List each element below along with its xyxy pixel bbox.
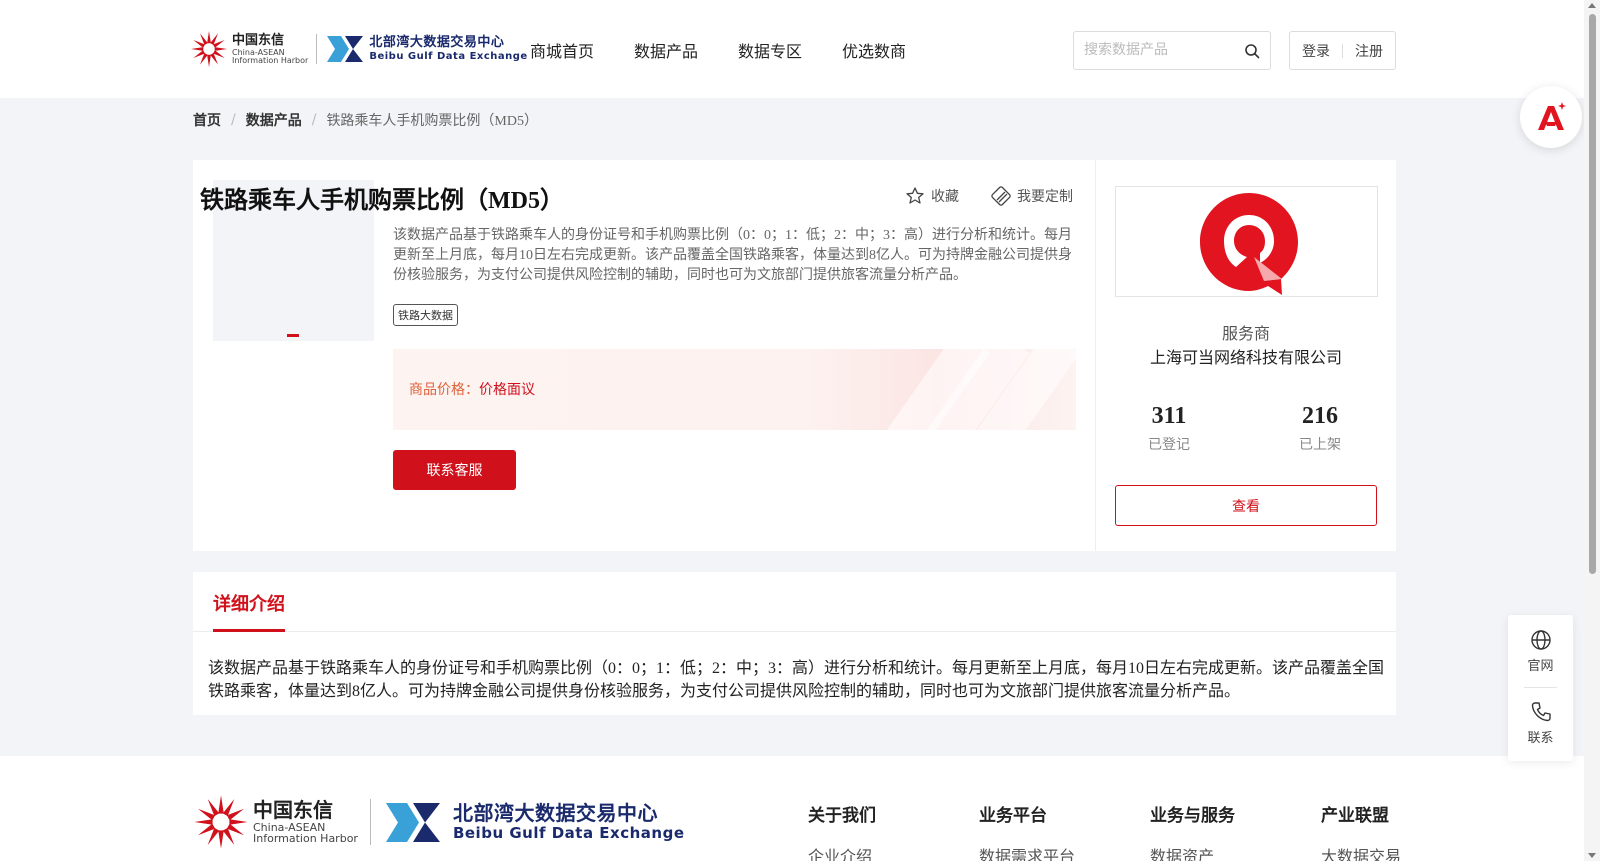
china-asean-sunburst-icon bbox=[194, 795, 248, 849]
contact-service-button[interactable]: 联系客服 bbox=[393, 450, 516, 490]
footer-logo-bb-title: 北部湾大数据交易中心 bbox=[452, 801, 658, 825]
price-box: 商品价格：价格面议 bbox=[393, 349, 1076, 430]
footer-column-services: 业务与服务 数据资产 bbox=[1150, 801, 1235, 861]
search-icon[interactable] bbox=[1244, 43, 1260, 59]
favorite-button[interactable]: 收藏 bbox=[905, 186, 959, 206]
product-description: 该数据产品基于铁路乘车人的身份证号和手机购票比例（0：0；1：低；2：中；3：高… bbox=[393, 228, 1072, 283]
customize-button[interactable]: 我要定制 bbox=[991, 186, 1073, 206]
china-asean-wordmark: 中国东信 China-ASEAN Information Harbor bbox=[232, 34, 308, 65]
nav-mall-home[interactable]: 商城首页 bbox=[530, 38, 594, 62]
footer-link[interactable]: 数据需求平台 bbox=[979, 843, 1075, 861]
provider-panel: 服务商 上海可当网络科技有限公司 311 已登记 216 已上架 查看 bbox=[1096, 160, 1396, 551]
breadcrumb-current: 铁路乘车人手机购票比例（MD5） bbox=[326, 114, 538, 129]
view-provider-button[interactable]: 查看 bbox=[1115, 485, 1377, 526]
china-asean-sunburst-icon bbox=[190, 30, 228, 68]
footer-link[interactable]: 数据资产 bbox=[1150, 843, 1235, 861]
favorite-label: 收藏 bbox=[931, 189, 959, 205]
footer-column-about: 关于我们 企业介绍 bbox=[808, 801, 876, 861]
listed-count: 216 bbox=[1302, 403, 1338, 429]
image-carousel-indicator[interactable] bbox=[287, 334, 299, 337]
toolbar-divider bbox=[1524, 687, 1557, 688]
product-title: 铁路乘车人手机购票比例（MD5） bbox=[200, 188, 564, 214]
auth-divider bbox=[1342, 43, 1343, 58]
registered-stat: 311 已登记 bbox=[1119, 403, 1219, 454]
official-website-button[interactable]: 官网 bbox=[1508, 629, 1573, 674]
footer-link[interactable]: 大数据交易 bbox=[1321, 843, 1401, 861]
listed-stat: 216 已上架 bbox=[1270, 403, 1370, 454]
customize-label: 我要定制 bbox=[1017, 189, 1073, 205]
nav-preferred-merchants[interactable]: 优选数商 bbox=[842, 38, 906, 62]
breadcrumb: 首页 / 数据产品 / 铁路乘车人手机购票比例（MD5） bbox=[193, 110, 538, 130]
china-asean-wordmark: 中国东信 China-ASEAN Information Harbor bbox=[253, 800, 358, 844]
footer-heading: 业务与服务 bbox=[1150, 806, 1235, 826]
detail-body: 该数据产品基于铁路乘车人的身份证号和手机购票比例（0：0；1：低；2：中；3：高… bbox=[208, 660, 1385, 700]
phone-icon bbox=[1531, 702, 1551, 722]
footer-column-alliance: 产业联盟 大数据交易 bbox=[1321, 801, 1401, 861]
ai-assistant-icon bbox=[1538, 102, 1566, 130]
product-tag[interactable]: 铁路大数据 bbox=[393, 304, 458, 326]
auth-box: 登录 注册 bbox=[1289, 31, 1396, 70]
globe-icon bbox=[1530, 630, 1551, 650]
active-tab-indicator bbox=[213, 629, 285, 632]
registered-label: 已登记 bbox=[1148, 437, 1190, 453]
nav-data-zone[interactable]: 数据专区 bbox=[738, 38, 802, 62]
beibu-gulf-logo-icon bbox=[327, 36, 364, 62]
breadcrumb-data-products[interactable]: 数据产品 bbox=[246, 110, 302, 130]
search-input[interactable] bbox=[1074, 32, 1234, 68]
main-nav: 商城首页 数据产品 数据专区 优选数商 bbox=[530, 38, 946, 62]
nav-data-products[interactable]: 数据产品 bbox=[634, 38, 698, 62]
logo-bb-subtitle: Beibu Gulf Data Exchange bbox=[369, 51, 528, 62]
tab-divider bbox=[193, 631, 1396, 632]
register-link[interactable]: 注册 bbox=[1355, 41, 1383, 61]
footer-logo[interactable]: 中国东信 China-ASEAN Information Harbor 北部湾大… bbox=[193, 794, 685, 850]
official-website-label: 官网 bbox=[1527, 659, 1554, 674]
logo-divider bbox=[316, 34, 318, 64]
site-header: 中国东信 China-ASEAN Information Harbor 北部湾大… bbox=[0, 0, 1584, 98]
price-text: 商品价格：价格面议 bbox=[409, 379, 535, 399]
listed-label: 已上架 bbox=[1299, 437, 1341, 453]
site-footer: 中国东信 China-ASEAN Information Harbor 北部湾大… bbox=[0, 756, 1584, 861]
logo-divider bbox=[369, 799, 371, 845]
logo-bb-title: 北部湾大数据交易中心 bbox=[369, 35, 505, 50]
price-label: 商品价格： bbox=[409, 382, 479, 398]
scroll-down-arrow-icon[interactable] bbox=[1588, 853, 1596, 858]
footer-column-platform: 业务平台 数据需求平台 bbox=[979, 801, 1075, 861]
footer-logo-cn-subtitle-2: Information Harbor bbox=[253, 832, 358, 845]
ai-assistant-button[interactable] bbox=[1520, 86, 1582, 148]
scroll-up-arrow-icon[interactable] bbox=[1588, 3, 1596, 8]
footer-heading: 业务平台 bbox=[979, 806, 1047, 826]
detail-section: 详细介绍 该数据产品基于铁路乘车人的身份证号和手机购票比例（0：0；1：低；2：… bbox=[193, 572, 1396, 715]
product-actions: 收藏 我要定制 bbox=[905, 186, 1073, 206]
footer-logo-cn-title: 中国东信 bbox=[253, 798, 333, 822]
beibu-gulf-logo-icon bbox=[385, 802, 440, 842]
contact-button[interactable]: 联系 bbox=[1508, 701, 1573, 746]
scrollbar-thumb[interactable] bbox=[1589, 14, 1596, 574]
provider-name[interactable]: 上海可当网络科技有限公司 bbox=[1096, 344, 1396, 368]
side-toolbar: 官网 联系 bbox=[1508, 615, 1573, 761]
registered-count: 311 bbox=[1151, 403, 1187, 429]
provider-brand-icon bbox=[1200, 193, 1298, 295]
provider-role: 服务商 bbox=[1221, 324, 1270, 343]
search-box bbox=[1073, 31, 1271, 70]
footer-heading: 产业联盟 bbox=[1321, 806, 1389, 826]
site-logo[interactable]: 中国东信 China-ASEAN Information Harbor 北部湾大… bbox=[190, 30, 528, 68]
login-link[interactable]: 登录 bbox=[1302, 41, 1330, 61]
logo-cn-subtitle-2: Information Harbor bbox=[232, 55, 309, 65]
beibu-gulf-wordmark: 北部湾大数据交易中心 Beibu Gulf Data Exchange bbox=[369, 36, 527, 62]
beibu-gulf-wordmark: 北部湾大数据交易中心 Beibu Gulf Data Exchange bbox=[453, 803, 685, 841]
footer-logo-bb-subtitle: Beibu Gulf Data Exchange bbox=[452, 824, 685, 842]
tab-detail-intro[interactable]: 详细介绍 bbox=[213, 590, 285, 616]
contact-label: 联系 bbox=[1527, 731, 1554, 746]
star-icon bbox=[906, 187, 924, 204]
customize-icon bbox=[991, 186, 1011, 206]
breadcrumb-separator: / bbox=[231, 112, 236, 128]
price-value: 价格面议 bbox=[479, 382, 535, 398]
footer-heading: 关于我们 bbox=[808, 806, 876, 826]
page-scrollbar[interactable] bbox=[1584, 0, 1600, 861]
breadcrumb-separator: / bbox=[311, 112, 317, 128]
logo-cn-title: 中国东信 bbox=[232, 32, 285, 48]
footer-link[interactable]: 企业介绍 bbox=[808, 843, 876, 861]
breadcrumb-home[interactable]: 首页 bbox=[193, 110, 221, 130]
provider-logo[interactable] bbox=[1115, 186, 1378, 297]
